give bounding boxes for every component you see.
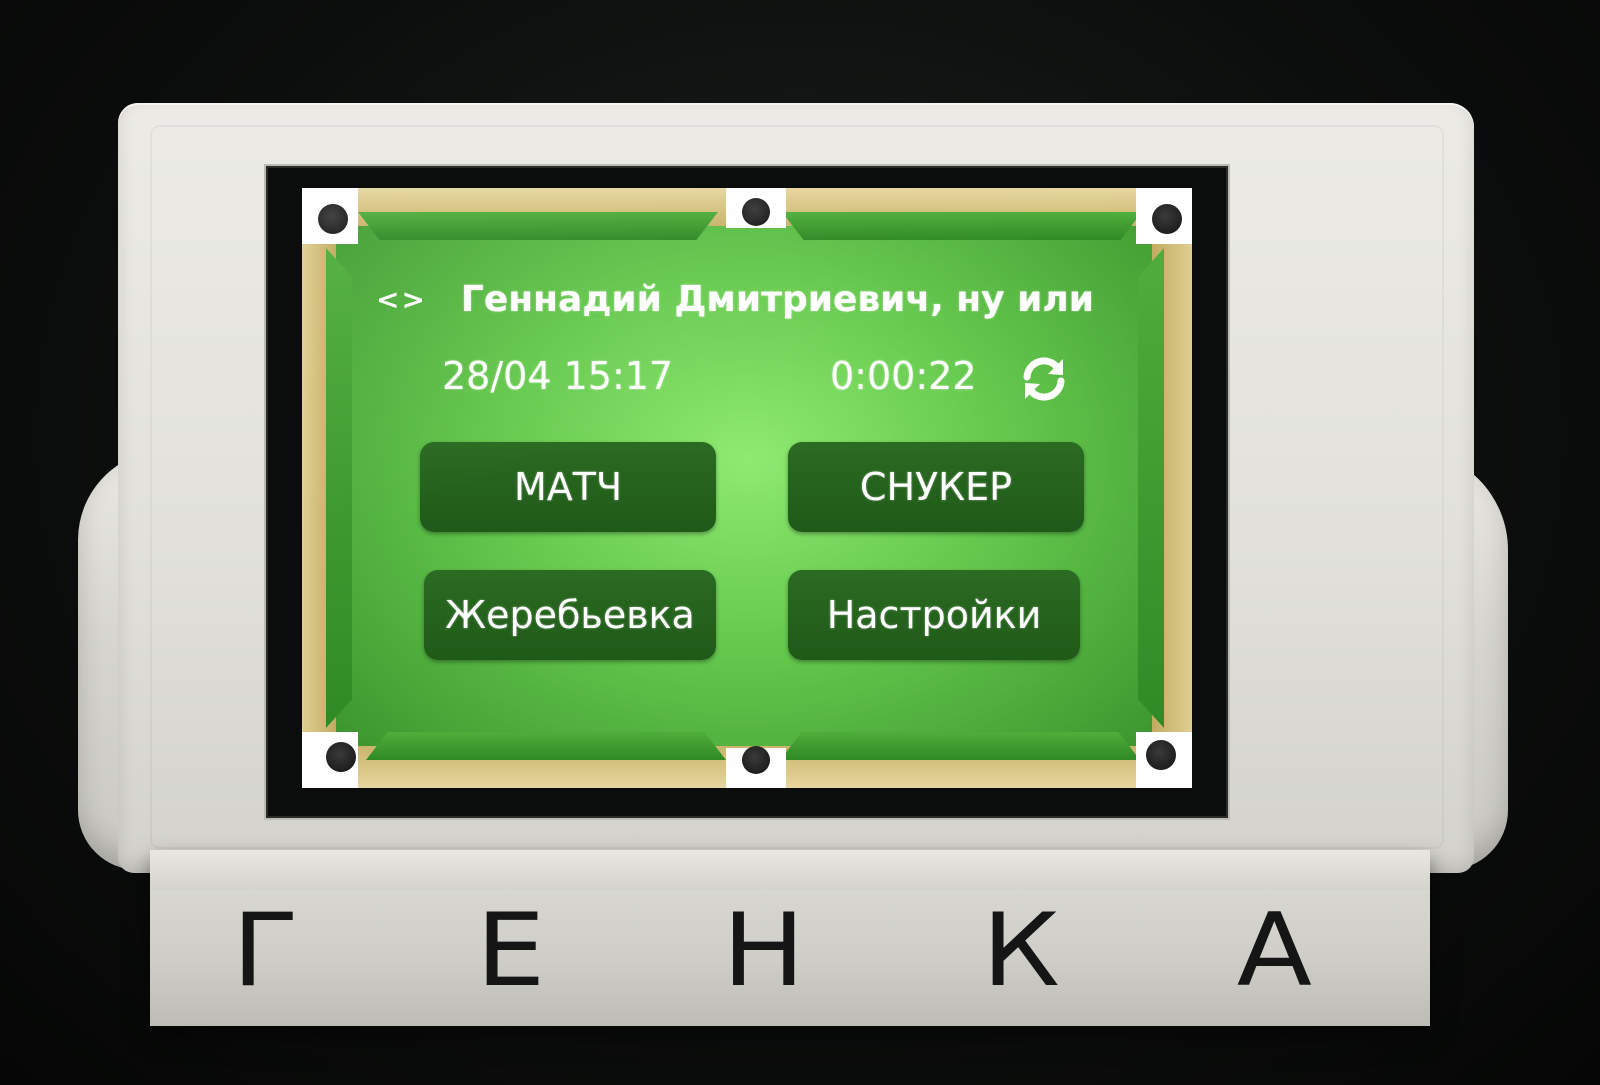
engraved-letter: Г — [232, 891, 300, 1009]
engraved-letter: А — [1236, 891, 1312, 1009]
draw-button[interactable]: Жеребьевка — [424, 570, 716, 660]
refresh-icon — [1023, 357, 1065, 401]
main-menu: <> Геннадий Дмитриевич, ну или 28/04 15:… — [302, 188, 1192, 788]
status-row: 28/04 15:17 0:00:22 — [442, 354, 1082, 404]
scroll-arrows-icon: <> — [376, 282, 427, 316]
snooker-button[interactable]: СНУКЕР — [788, 442, 1084, 532]
engraved-letter: К — [981, 891, 1060, 1009]
scrolling-greeting: <> Геннадий Дмитриевич, ну или — [376, 276, 1126, 322]
settings-button[interactable]: Настройки — [788, 570, 1080, 660]
engraved-label: Г Е Н К А — [232, 890, 1312, 1010]
engraved-letter: Е — [475, 891, 546, 1009]
lcd-display: <> Геннадий Дмитриевич, ну или 28/04 15:… — [302, 188, 1192, 788]
refresh-button[interactable] — [1018, 354, 1070, 404]
engraved-letter: Н — [722, 891, 805, 1009]
session-timer: 0:00:22 — [830, 354, 977, 398]
date-time: 28/04 15:17 — [442, 354, 674, 398]
match-button[interactable]: МАТЧ — [420, 442, 716, 532]
greeting-text: Геннадий Дмитриевич, ну или — [460, 278, 1094, 320]
